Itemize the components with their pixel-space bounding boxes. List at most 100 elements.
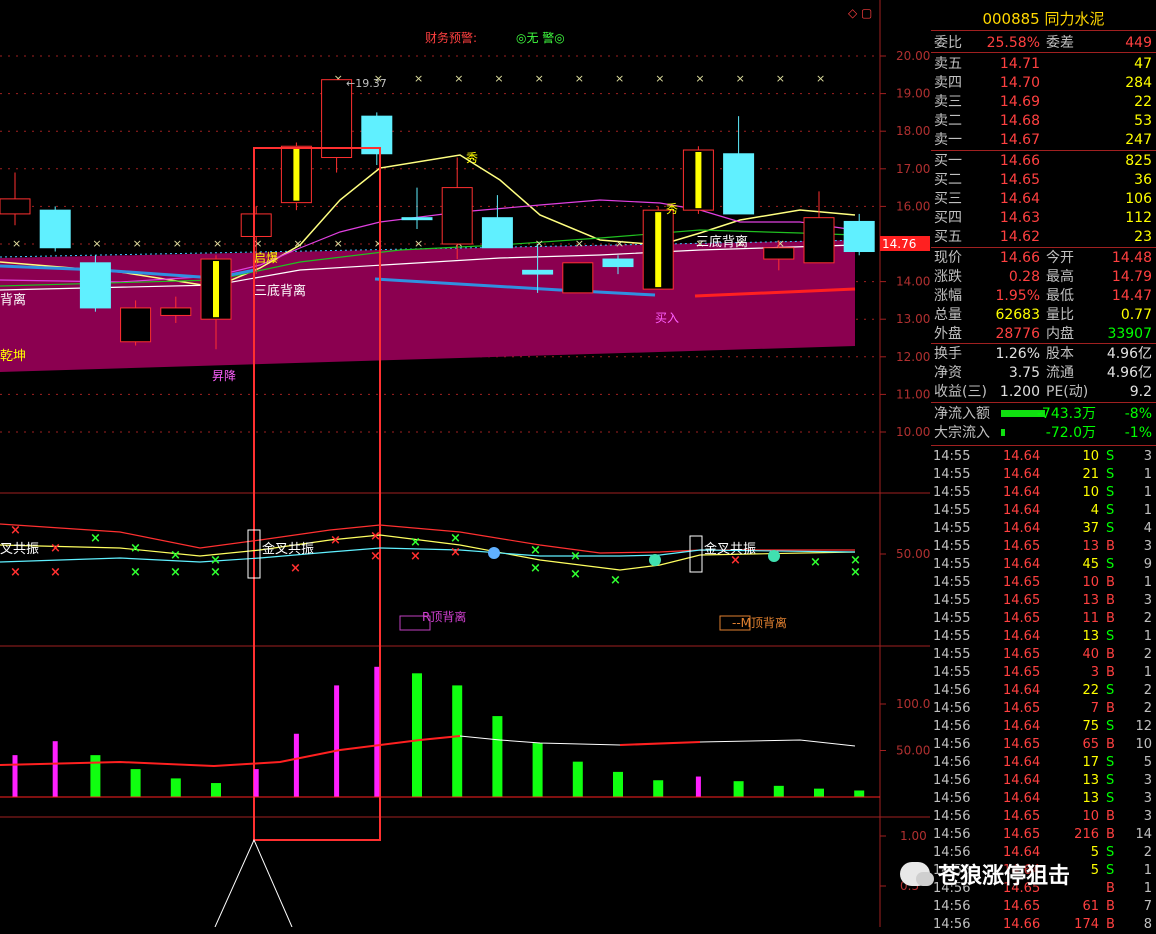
tick-time: 14:55 [933, 449, 971, 464]
tick-count: 5 [1143, 755, 1152, 770]
kline-chart[interactable]: 20.0019.0018.0017.0016.0015.0014.0013.00… [0, 0, 930, 927]
window-controls-icon[interactable]: ◇ ▢ [848, 6, 872, 20]
warn-value: ◎无 警◎ [516, 30, 565, 45]
x-marker: × [695, 72, 704, 85]
stat-value: 1.95% [995, 288, 1040, 304]
tick-row: 14:56 14.65 7 B 2 [931, 700, 1156, 718]
tick-volume: 13 [1082, 593, 1099, 608]
price-axis-label: 16.00 [896, 199, 930, 213]
tick-count: 4 [1143, 521, 1152, 536]
x-marker: × [776, 72, 785, 85]
candle-body [803, 217, 835, 264]
tick-volume: 13 [1082, 539, 1099, 554]
tick-price: 14.64 [1003, 557, 1041, 572]
sell-label: 卖四 [934, 75, 962, 91]
stat2-value: 3.75 [1008, 365, 1040, 381]
candle-body [481, 217, 513, 249]
tick-price: 14.64 [1003, 683, 1041, 698]
osc-cross-marker: × [410, 535, 421, 550]
tick-price: 14.66 [1003, 917, 1041, 932]
volume-bar [334, 685, 340, 797]
candle-body [0, 198, 31, 215]
price-axis-label: 18.00 [896, 124, 930, 138]
stats-row: 涨跌 0.28 最高 14.79 [931, 268, 1156, 286]
tick-row: 14:56 14.65 10 B 3 [931, 808, 1156, 826]
watermark: 苍狼涨停狙击 [900, 858, 1120, 894]
tick-volume: 4 [1090, 503, 1099, 518]
tick-count: 8 [1143, 917, 1152, 932]
tick-price: 14.65 [1003, 899, 1041, 914]
stat-value: 14.48 [1111, 250, 1152, 266]
sell-price: 14.71 [999, 56, 1040, 72]
tick-row: 14:55 14.64 13 S 1 [931, 628, 1156, 646]
tick-volume: 174 [1074, 917, 1099, 932]
tick-side: S [1106, 719, 1115, 734]
x-marker: × [816, 72, 825, 85]
osc-dot-icon [649, 554, 661, 566]
tick-side: B [1106, 593, 1115, 608]
tick-count: 2 [1143, 647, 1152, 662]
flow-value: -743.3万 [1036, 406, 1096, 422]
osc-cross-marker: × [370, 529, 381, 544]
stock-name: 同力水泥 [1044, 10, 1105, 28]
osc-cross-marker: × [210, 565, 221, 580]
candle-body [522, 269, 554, 275]
tick-count: 7 [1143, 899, 1152, 914]
tick-time: 14:56 [933, 899, 971, 914]
buy-label: 买三 [934, 191, 962, 207]
tick-count: 2 [1143, 701, 1152, 716]
tick-time: 14:56 [933, 719, 971, 734]
x-marker: × [575, 237, 584, 250]
osc-label-rding: R顶背离 [422, 609, 466, 624]
tick-count: 1 [1143, 629, 1152, 644]
osc-cross-marker: × [330, 533, 341, 548]
volume-bar [130, 769, 141, 797]
max-price-label: ←19.37 [346, 77, 387, 90]
tick-time: 14:56 [933, 773, 971, 788]
tick-row: 14:55 14.65 3 B 1 [931, 664, 1156, 682]
volume-bar [695, 776, 701, 797]
stat-label: 外盘 [934, 326, 962, 342]
volume-bar [374, 666, 380, 797]
tick-volume: 10 [1082, 485, 1099, 500]
bottom-axis-label: 1.00 [900, 829, 927, 843]
candle-highlight [655, 212, 662, 288]
osc-cross-marker: × [810, 555, 821, 570]
x-marker: × [92, 237, 101, 250]
tick-side: S [1106, 485, 1115, 500]
tick-side: S [1106, 557, 1115, 572]
buy-price: 14.64 [999, 191, 1040, 207]
flow-value: -72.0万 [1045, 425, 1096, 441]
tick-row: 14:55 14.65 40 B 2 [931, 646, 1156, 664]
volume-bar [814, 788, 824, 797]
tick-side: B [1106, 827, 1115, 842]
tick-time: 14:56 [933, 827, 971, 842]
osc-cross-marker: × [610, 573, 621, 588]
tick-count: 1 [1143, 467, 1152, 482]
osc-cross-marker: × [530, 543, 541, 558]
stat-label: 量比 [1046, 307, 1074, 323]
tick-volume: 3 [1090, 665, 1099, 680]
tick-side: B [1106, 701, 1115, 716]
tick-time: 14:56 [933, 809, 971, 824]
x-marker: × [615, 72, 624, 85]
sell-label: 卖二 [934, 113, 962, 129]
tick-price: 14.65 [1003, 827, 1041, 842]
stat-label: 涨幅 [934, 288, 962, 304]
osc-dot-icon [488, 547, 500, 559]
buy-label: 买五 [934, 229, 962, 245]
vol-ma-line-red [0, 735, 461, 768]
tick-side: S [1106, 773, 1115, 788]
osc-label-left: 叉共振 [0, 542, 39, 557]
buy-volume: 106 [1125, 191, 1152, 207]
stat2-label: 流通 [1046, 365, 1074, 381]
stat-value: 0.77 [1120, 307, 1152, 323]
tick-row: 14:55 14.64 4 S 1 [931, 502, 1156, 520]
stat-value: 14.79 [1111, 269, 1152, 285]
tick-time: 14:55 [933, 521, 971, 536]
candle-body [240, 213, 272, 237]
tick-side: B [1106, 899, 1115, 914]
stats2-row: 收益(三) 1.200 PE(动) 9.2 [931, 383, 1156, 401]
kline-chart-area[interactable]: 20.0019.0018.0017.0016.0015.0014.0013.00… [0, 0, 930, 927]
tick-side: B [1106, 647, 1115, 662]
